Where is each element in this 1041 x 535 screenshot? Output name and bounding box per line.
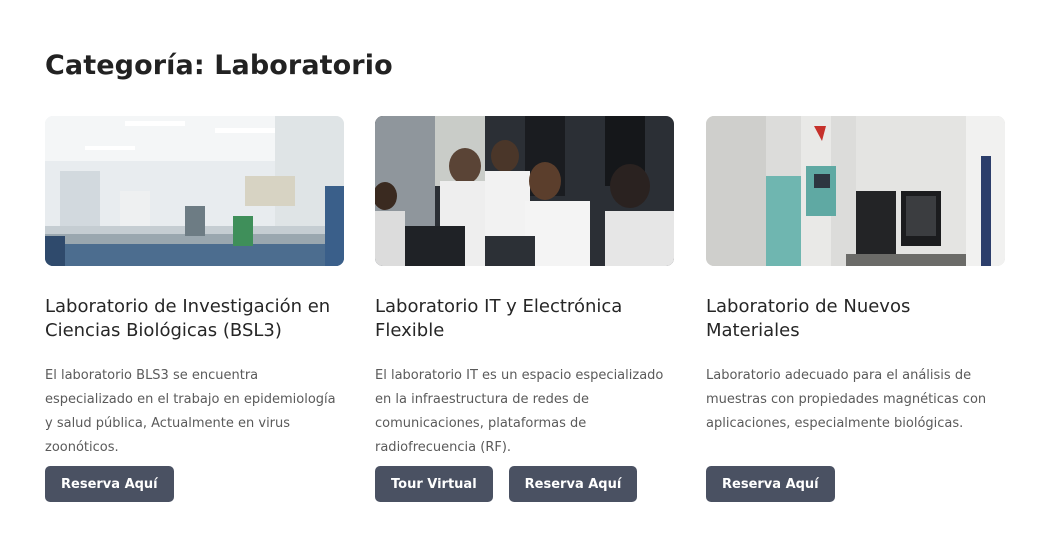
students-in-it-lab-photo [375,116,674,266]
card-image[interactable] [45,116,344,266]
card-description: Laboratorio adecuado para el análisis de… [706,368,987,431]
lab-card-materials: Laboratorio de Nuevos Materiales Laborat… [706,116,1005,502]
laboratory-photo [45,116,344,266]
reserve-button[interactable]: Reserva Aquí [45,466,174,502]
page-title: Categoría: Laboratorio [45,50,393,81]
reserve-button[interactable]: Reserva Aquí [706,466,835,502]
reserve-button[interactable]: Reserva Aquí [508,466,638,502]
card-description: El laboratorio IT es un espacio especial… [375,368,664,455]
card-description: El laboratorio BLS3 se encuentra especia… [45,368,336,455]
card-title[interactable]: Laboratorio de Investigación en Ciencias… [45,295,344,343]
lab-card-it: Laboratorio IT y Electrónica Flexible El… [375,116,674,502]
page: Categoría: Laboratorio Laboratorio de In… [0,0,1041,535]
card-image[interactable] [706,116,1005,266]
lab-card-bsl3: Laboratorio de Investigación en Ciencias… [45,116,344,502]
card-title[interactable]: Laboratorio de Nuevos Materiales [706,295,1005,343]
card-actions: Tour Virtual Reserva Aquí [375,466,638,502]
materials-testing-machine-photo [706,116,1005,266]
card-actions: Reserva Aquí [706,466,835,502]
card-title[interactable]: Laboratorio IT y Electrónica Flexible [375,295,674,343]
card-image[interactable] [375,116,674,266]
card-actions: Reserva Aquí [45,466,174,502]
virtual-tour-button[interactable]: Tour Virtual [375,466,493,502]
